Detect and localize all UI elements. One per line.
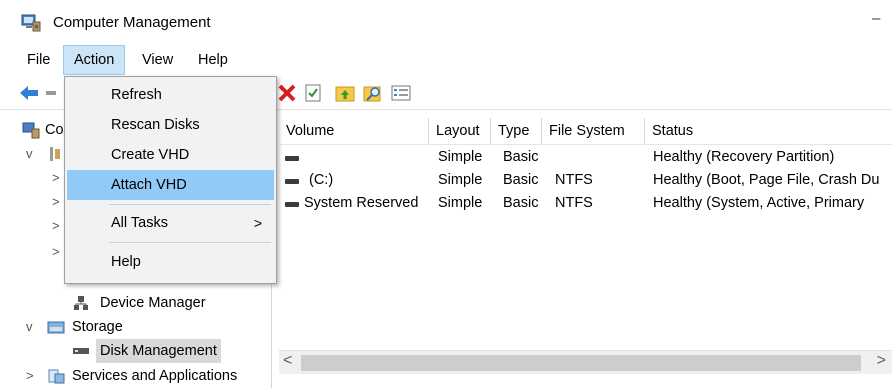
tree-row-collapsed[interactable]: > (14, 190, 64, 214)
window-title: Computer Management (53, 14, 211, 31)
chevron-right-icon[interactable]: > (52, 214, 64, 238)
horizontal-scrollbar[interactable]: < > (279, 350, 892, 374)
action-menu: Refresh Rescan Disks Create VHD Attach V… (64, 76, 277, 284)
menu-separator (109, 242, 271, 243)
device-manager-icon (74, 296, 88, 310)
volume-icon (285, 156, 299, 161)
search-icon[interactable] (362, 82, 384, 104)
column-header-layout[interactable]: Layout (429, 118, 491, 144)
forward-icon[interactable] (44, 82, 66, 104)
menu-item-attach-vhd[interactable]: Attach VHD (67, 170, 274, 200)
properties-icon[interactable] (302, 82, 324, 104)
volume-icon (285, 202, 299, 207)
header-divider (279, 144, 892, 145)
menu-item-create-vhd[interactable]: Create VHD (67, 140, 274, 170)
tree-device-manager[interactable]: Device Manager (14, 291, 254, 315)
tree-services-applications[interactable]: > Services and Applications (14, 364, 272, 388)
tree-row-collapsed[interactable]: > (14, 214, 64, 238)
menu-action[interactable]: Action (63, 45, 126, 75)
menu-separator (109, 204, 271, 205)
computer-management-icon (21, 14, 41, 32)
services-icon (48, 369, 65, 384)
minimize-button[interactable]: – (872, 10, 892, 30)
title-bar: Computer Management – (0, 0, 892, 44)
column-header-type[interactable]: Type (491, 118, 542, 144)
chevron-right-icon[interactable]: > (52, 240, 64, 264)
column-header-status[interactable]: Status (645, 118, 892, 144)
menu-bar: File Action View Help (0, 45, 892, 75)
chevron-down-icon[interactable]: v (26, 315, 38, 339)
up-folder-icon[interactable] (334, 82, 356, 104)
menu-file[interactable]: File (21, 45, 56, 75)
tree-row-collapsed[interactable]: > (14, 240, 64, 264)
tools-icon (50, 147, 60, 161)
scroll-left-button[interactable]: < (283, 352, 292, 370)
menu-item-rescan-disks[interactable]: Rescan Disks (67, 110, 274, 140)
chevron-right-icon[interactable]: > (26, 364, 38, 388)
chevron-right-icon[interactable]: > (52, 166, 64, 190)
submenu-arrow-icon: > (253, 215, 262, 231)
computer-management-icon (22, 122, 40, 139)
menu-help[interactable]: Help (192, 45, 234, 75)
menu-item-refresh[interactable]: Refresh (67, 80, 274, 110)
column-header-volume[interactable]: Volume (279, 118, 429, 144)
scroll-right-button[interactable]: > (877, 352, 886, 370)
menu-item-all-tasks[interactable]: All Tasks > (67, 208, 274, 238)
view-icon[interactable] (390, 82, 412, 104)
disk-icon (73, 348, 89, 354)
all-tasks-label: All Tasks (111, 215, 168, 231)
volume-icon (285, 179, 299, 184)
delete-icon[interactable] (276, 82, 298, 104)
volume-list: Volume Layout Type File System Status Si… (279, 118, 892, 388)
scroll-thumb[interactable] (301, 355, 861, 371)
column-header-file-system[interactable]: File System (542, 118, 645, 144)
back-arrow-icon[interactable] (18, 82, 40, 104)
chevron-right-icon[interactable]: > (52, 190, 64, 214)
menu-view[interactable]: View (136, 45, 179, 75)
chevron-down-icon[interactable]: v (26, 142, 38, 166)
tree-row-collapsed[interactable]: > (14, 166, 64, 190)
menu-item-help[interactable]: Help (67, 247, 274, 277)
tree-disk-management[interactable]: Disk Management (14, 339, 254, 363)
storage-icon (47, 321, 65, 334)
tree-storage[interactable]: v Storage (14, 315, 254, 339)
